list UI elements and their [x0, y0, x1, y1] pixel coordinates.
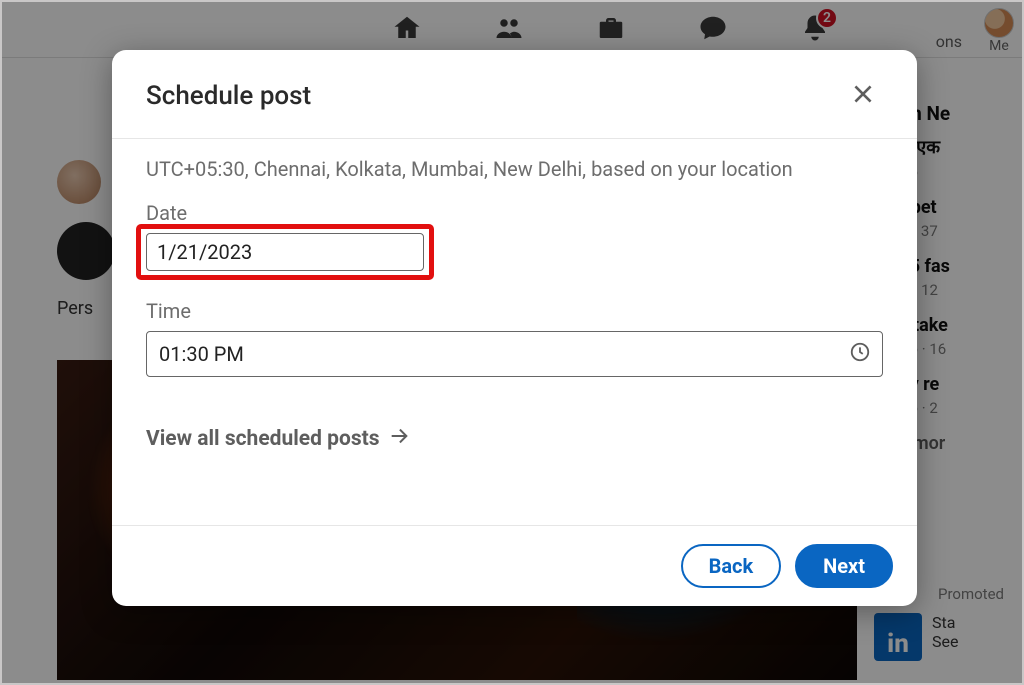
- modal-body: UTC+05:30, Chennai, Kolkata, Mumbai, New…: [112, 139, 917, 525]
- modal-footer: Back Next: [112, 525, 917, 606]
- date-input[interactable]: [146, 233, 424, 271]
- app-frame: 2 ons Me Pers nkedIn Ne ऐसे करें एक 21h …: [0, 0, 1024, 685]
- time-label: Time: [146, 299, 883, 323]
- next-button[interactable]: Next: [795, 544, 893, 588]
- time-group: Time: [146, 299, 883, 377]
- view-all-label: View all scheduled posts: [146, 427, 380, 451]
- modal-header: Schedule post: [112, 50, 917, 139]
- date-field-wrap: [146, 233, 424, 271]
- close-button[interactable]: [843, 76, 883, 116]
- back-button[interactable]: Back: [681, 544, 782, 588]
- view-all-row: View all scheduled posts: [146, 425, 883, 453]
- clock-icon[interactable]: [849, 341, 871, 367]
- date-label: Date: [146, 201, 883, 225]
- time-field-wrap: [146, 331, 883, 377]
- modal-title: Schedule post: [146, 81, 311, 111]
- view-all-scheduled-link[interactable]: View all scheduled posts: [146, 425, 410, 453]
- close-icon: [850, 81, 876, 111]
- time-input[interactable]: [146, 331, 883, 377]
- arrow-right-icon: [388, 425, 410, 453]
- timezone-text: UTC+05:30, Chennai, Kolkata, Mumbai, New…: [146, 157, 883, 181]
- schedule-post-modal: Schedule post UTC+05:30, Chennai, Kolkat…: [112, 50, 917, 606]
